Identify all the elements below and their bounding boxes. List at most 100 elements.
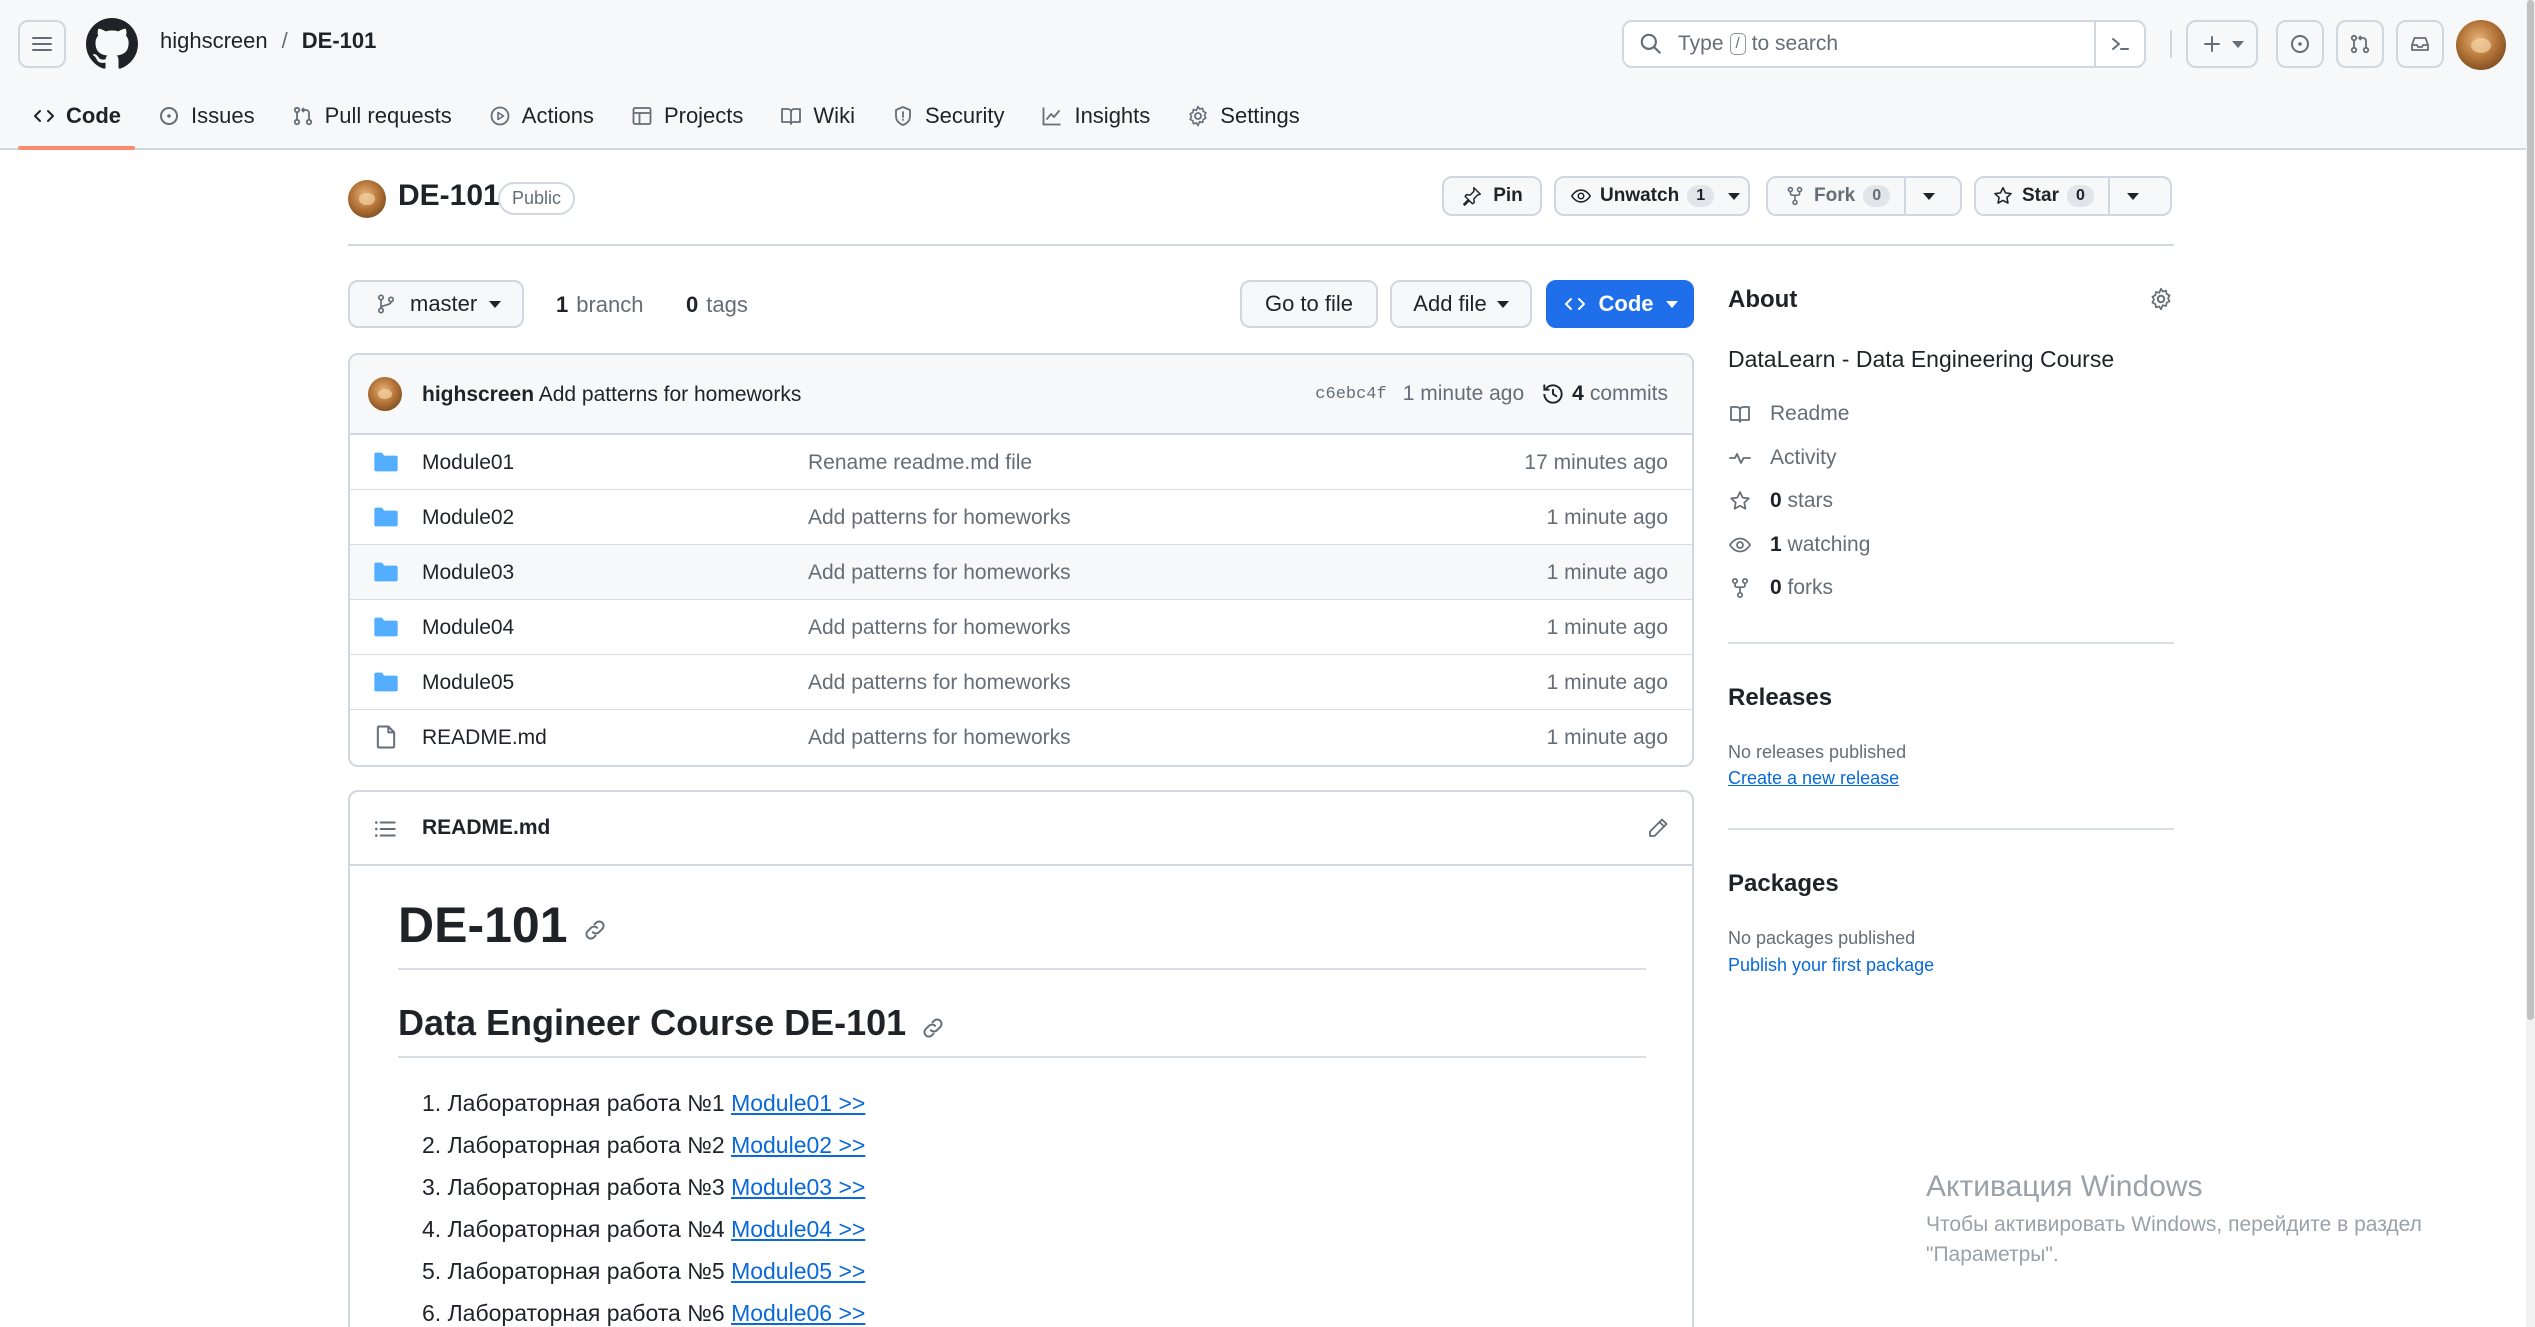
activity-link[interactable]: Activity bbox=[1728, 446, 1837, 470]
file-row[interactable]: README.md Add patterns for homeworks 1 m… bbox=[350, 710, 1692, 765]
module-link[interactable]: Module03 >> bbox=[731, 1174, 865, 1200]
play-icon bbox=[490, 106, 510, 126]
link-icon[interactable] bbox=[582, 917, 608, 943]
menu-button[interactable] bbox=[18, 20, 66, 68]
tab-issues[interactable]: Issues bbox=[143, 96, 269, 136]
commit-author-avatar[interactable] bbox=[368, 377, 402, 411]
module-link[interactable]: Module02 >> bbox=[731, 1132, 865, 1158]
tab-settings[interactable]: Settings bbox=[1172, 96, 1314, 136]
pencil-icon[interactable] bbox=[1646, 816, 1670, 840]
tab-security[interactable]: Security bbox=[877, 96, 1018, 136]
tab-actions[interactable]: Actions bbox=[474, 96, 608, 136]
publish-package-link[interactable]: Publish your first package bbox=[1728, 955, 1934, 976]
unwatch-button[interactable]: Unwatch 1 bbox=[1554, 176, 1750, 216]
module-link[interactable]: Module01 >> bbox=[731, 1090, 865, 1116]
user-avatar[interactable] bbox=[2456, 20, 2506, 70]
forks-link[interactable]: 0 forks bbox=[1728, 576, 1833, 600]
file-row[interactable]: Module03 Add patterns for homeworks 1 mi… bbox=[350, 545, 1692, 600]
file-name[interactable]: Module03 bbox=[422, 561, 514, 585]
watching-link[interactable]: 1 watching bbox=[1728, 533, 1870, 557]
go-to-file-button[interactable]: Go to file bbox=[1240, 280, 1378, 328]
gear-icon bbox=[1189, 105, 1207, 127]
tags-link[interactable]: 0 tags bbox=[678, 292, 748, 318]
star-icon bbox=[1994, 186, 2012, 204]
link-icon[interactable] bbox=[920, 1015, 946, 1041]
add-file-button[interactable]: Add file bbox=[1390, 280, 1532, 328]
file-name[interactable]: Module04 bbox=[422, 616, 514, 640]
commit-message-link[interactable]: Add patterns for homeworks bbox=[539, 383, 802, 406]
code-button[interactable]: Code bbox=[1546, 280, 1694, 328]
chevron-down-icon bbox=[1923, 192, 1936, 200]
file-row[interactable]: Module05 Add patterns for homeworks 1 mi… bbox=[350, 655, 1692, 710]
file-commit-message[interactable]: Add patterns for homeworks bbox=[808, 726, 1071, 750]
branch-toolbar: master 1 branch 0 tags Go to file Add file… bbox=[348, 280, 1694, 330]
stars-link[interactable]: 0 stars bbox=[1728, 489, 1833, 513]
readme-filename[interactable]: README.md bbox=[422, 816, 550, 840]
readme-panel: README.md DE-101 Data Engineer Course DE… bbox=[348, 790, 1694, 1327]
gear-icon[interactable] bbox=[2148, 286, 2174, 312]
readme-heading-2: Data Engineer Course DE-101 bbox=[398, 1002, 1646, 1058]
file-icon bbox=[376, 725, 396, 749]
module-link[interactable]: Module04 >> bbox=[731, 1216, 865, 1242]
tab-insights[interactable]: Insights bbox=[1026, 96, 1164, 136]
readme-link[interactable]: Readme bbox=[1728, 402, 1849, 426]
graph-icon bbox=[1043, 107, 1061, 126]
issues-button[interactable] bbox=[2276, 20, 2324, 68]
star-button[interactable]: Star 0 bbox=[1974, 176, 2172, 216]
tab-projects[interactable]: Projects bbox=[616, 96, 757, 136]
owner-avatar[interactable] bbox=[348, 180, 386, 218]
folder-icon bbox=[374, 562, 398, 582]
file-name[interactable]: Module02 bbox=[422, 506, 514, 530]
search-input[interactable]: Type / to search bbox=[1622, 20, 2146, 68]
breadcrumb: highscreen / DE-101 bbox=[160, 28, 376, 54]
command-palette-button[interactable] bbox=[2094, 22, 2144, 66]
module-link[interactable]: Module06 >> bbox=[731, 1300, 865, 1326]
repo-description: DataLearn - Data Engineering Course bbox=[1728, 346, 2115, 372]
packages-title[interactable]: Packages bbox=[1728, 870, 1839, 898]
branch-selector[interactable]: master bbox=[348, 280, 524, 328]
commits-link[interactable]: 4 commits bbox=[1540, 381, 1668, 407]
fork-button[interactable]: Fork 0 bbox=[1766, 176, 1962, 216]
chevron-down-icon bbox=[2126, 192, 2139, 200]
pull-requests-button[interactable] bbox=[2336, 20, 2384, 68]
list-item: 4. Лабораторная работа №4 Module04 >> bbox=[422, 1216, 866, 1242]
tab-code[interactable]: Code bbox=[18, 96, 135, 150]
github-logo-icon[interactable] bbox=[86, 18, 138, 70]
packages-empty: No packages published bbox=[1728, 928, 1916, 948]
issue-icon bbox=[2291, 35, 2309, 53]
file-commit-time: 1 minute ago bbox=[1546, 506, 1668, 529]
tab-wiki[interactable]: Wiki bbox=[765, 96, 869, 136]
file-name[interactable]: Module01 bbox=[422, 451, 514, 475]
releases-title[interactable]: Releases bbox=[1728, 684, 1832, 712]
page-scrollbar[interactable] bbox=[2526, 0, 2535, 1327]
list-item: 6. Лабораторная работа №6 Module06 >> bbox=[422, 1300, 866, 1326]
file-name[interactable]: Module05 bbox=[422, 671, 514, 695]
file-row[interactable]: Module01 Rename readme.md file 17 minute… bbox=[350, 435, 1692, 490]
file-commit-message[interactable]: Add patterns for homeworks bbox=[808, 561, 1071, 585]
commit-sha[interactable]: c6ebc4f bbox=[1315, 385, 1386, 404]
pin-button[interactable]: Pin bbox=[1442, 176, 1542, 216]
inbox-button[interactable] bbox=[2396, 20, 2444, 68]
module-link[interactable]: Module05 >> bbox=[731, 1258, 865, 1284]
file-commit-message[interactable]: Add patterns for homeworks bbox=[808, 616, 1071, 640]
menu-icon bbox=[32, 37, 52, 51]
repo-name[interactable]: DE-101 bbox=[398, 179, 500, 213]
create-new-button[interactable] bbox=[2186, 20, 2258, 68]
list-item: 2. Лабораторная работа №2 Module02 >> bbox=[422, 1132, 866, 1158]
commit-author[interactable]: highscreen bbox=[422, 383, 534, 406]
branches-link[interactable]: 1 branch bbox=[548, 292, 644, 318]
file-commit-message[interactable]: Rename readme.md file bbox=[808, 451, 1032, 475]
list-icon[interactable] bbox=[372, 816, 398, 842]
file-commit-message[interactable]: Add patterns for homeworks bbox=[808, 506, 1071, 530]
breadcrumb-owner[interactable]: highscreen bbox=[160, 28, 268, 54]
chevron-down-icon bbox=[489, 300, 502, 308]
scrollbar-thumb[interactable] bbox=[2527, 0, 2534, 1020]
file-name[interactable]: README.md bbox=[422, 726, 547, 750]
breadcrumb-repo[interactable]: DE-101 bbox=[302, 28, 377, 54]
file-row[interactable]: Module02 Add patterns for homeworks 1 mi… bbox=[350, 490, 1692, 545]
readme-header: README.md bbox=[350, 792, 1692, 866]
file-row[interactable]: Module04 Add patterns for homeworks 1 mi… bbox=[350, 600, 1692, 655]
create-release-link[interactable]: Create a new release bbox=[1728, 768, 1899, 789]
file-commit-message[interactable]: Add patterns for homeworks bbox=[808, 671, 1071, 695]
tab-pull-requests[interactable]: Pull requests bbox=[277, 96, 466, 136]
